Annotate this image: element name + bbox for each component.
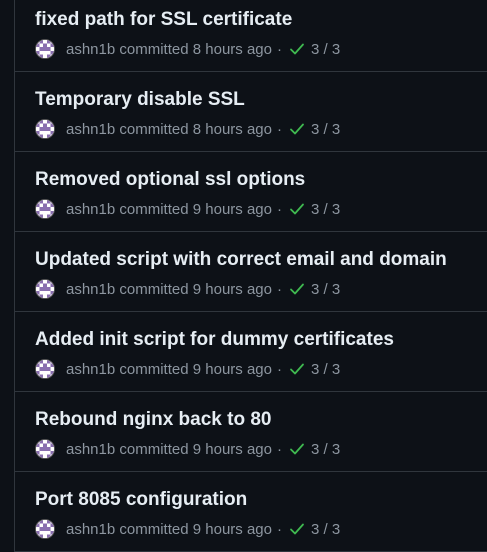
commit-author-link[interactable]: ashn1b xyxy=(66,201,115,218)
commit-action-text: committed xyxy=(119,120,189,138)
author-avatar-icon[interactable] xyxy=(35,519,55,539)
meta-separator: · xyxy=(276,520,282,538)
commit-meta: ashn1b committed 9 hours ago · 3 / 3 xyxy=(35,198,340,220)
checks-count[interactable]: 3 / 3 xyxy=(311,41,340,58)
checks-count[interactable]: 3 / 3 xyxy=(311,281,340,298)
commit-author-link[interactable]: ashn1b xyxy=(66,361,115,378)
commit-meta: ashn1b committed 8 hours ago · 3 / 3 xyxy=(35,38,340,60)
commit-time: 9 hours ago xyxy=(192,200,272,218)
checks-count[interactable]: 3 / 3 xyxy=(311,521,340,538)
checks-count[interactable]: 3 / 3 xyxy=(311,201,340,218)
commit-action-text: committed xyxy=(119,40,189,58)
commit-time: 9 hours ago xyxy=(192,440,272,458)
meta-separator: · xyxy=(276,120,282,138)
commit-row[interactable]: Added init script for dummy certificates xyxy=(15,312,487,392)
commit-time: 9 hours ago xyxy=(192,360,272,378)
commit-meta: ashn1b committed 9 hours ago · 3 / 3 xyxy=(35,358,340,380)
commit-meta: ashn1b committed 9 hours ago · 3 / 3 xyxy=(35,518,340,540)
commit-row[interactable]: Port 8085 configuration ashn1b committed… xyxy=(15,472,487,552)
meta-separator: · xyxy=(276,200,282,218)
commit-time: 8 hours ago xyxy=(192,120,272,138)
commit-meta: ashn1b committed 8 hours ago · 3 / 3 xyxy=(35,118,340,140)
checks-count[interactable]: 3 / 3 xyxy=(311,441,340,458)
author-avatar-icon[interactable] xyxy=(35,359,55,379)
meta-separator: · xyxy=(276,280,282,298)
commit-action-text: committed xyxy=(119,200,189,218)
commit-row[interactable]: fixed path for SSL certificate ashn1b co… xyxy=(15,0,487,72)
commit-time: 9 hours ago xyxy=(192,520,272,538)
commit-row[interactable]: Temporary disable SSL ashn1b committed 8… xyxy=(15,72,487,152)
meta-separator: · xyxy=(276,360,282,378)
commit-author-link[interactable]: ashn1b xyxy=(66,441,115,458)
check-icon[interactable] xyxy=(289,361,305,377)
commit-title-link[interactable]: Rebound nginx back to 80 xyxy=(35,408,271,432)
commit-author-link[interactable]: ashn1b xyxy=(66,281,115,298)
author-avatar-icon[interactable] xyxy=(35,439,55,459)
commit-title-link[interactable]: fixed path for SSL certificate xyxy=(35,8,292,32)
commit-author-link[interactable]: ashn1b xyxy=(66,521,115,538)
commit-title-link[interactable]: Temporary disable SSL xyxy=(35,88,245,112)
author-avatar-icon[interactable] xyxy=(35,199,55,219)
commit-list: fixed path for SSL certificate ashn1b co… xyxy=(14,0,487,552)
commit-title-link[interactable]: Port 8085 configuration xyxy=(35,488,247,512)
check-icon[interactable] xyxy=(289,521,305,537)
commit-meta: ashn1b committed 9 hours ago · 3 / 3 xyxy=(35,438,340,460)
meta-separator: · xyxy=(276,40,282,58)
commit-action-text: committed xyxy=(119,360,189,378)
commit-row[interactable]: Removed optional ssl options ashn1b comm… xyxy=(15,152,487,232)
check-icon[interactable] xyxy=(289,441,305,457)
checks-count[interactable]: 3 / 3 xyxy=(311,121,340,138)
commit-action-text: committed xyxy=(119,280,189,298)
commit-title-link[interactable]: Removed optional ssl options xyxy=(35,168,305,192)
meta-separator: · xyxy=(276,440,282,458)
commit-action-text: committed xyxy=(119,520,189,538)
commit-row[interactable]: Updated script with correct email and do… xyxy=(15,232,487,312)
commit-action-text: committed xyxy=(119,440,189,458)
commit-author-link[interactable]: ashn1b xyxy=(66,121,115,138)
check-icon[interactable] xyxy=(289,201,305,217)
commit-title-link[interactable]: Added init script for dummy certificates xyxy=(35,328,394,352)
commit-row[interactable]: Rebound nginx back to 80 ashn1b committe… xyxy=(15,392,487,472)
check-icon[interactable] xyxy=(289,281,305,297)
author-avatar-icon[interactable] xyxy=(35,279,55,299)
commit-meta: ashn1b committed 9 hours ago · 3 / 3 xyxy=(35,278,340,300)
commit-time: 8 hours ago xyxy=(192,40,272,58)
check-icon[interactable] xyxy=(289,121,305,137)
author-avatar-icon[interactable] xyxy=(35,119,55,139)
commit-author-link[interactable]: ashn1b xyxy=(66,41,115,58)
author-avatar-icon[interactable] xyxy=(35,39,55,59)
check-icon[interactable] xyxy=(289,41,305,57)
checks-count[interactable]: 3 / 3 xyxy=(311,361,340,378)
commit-title-link[interactable]: Updated script with correct email and do… xyxy=(35,248,447,272)
commit-time: 9 hours ago xyxy=(192,280,272,298)
